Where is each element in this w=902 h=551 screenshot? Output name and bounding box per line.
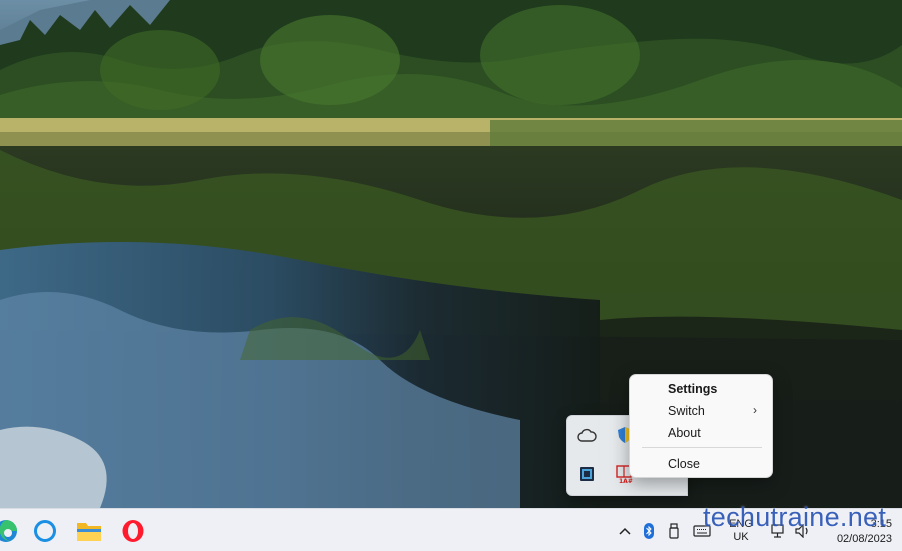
network-icon[interactable] [771, 523, 787, 539]
edge-icon[interactable] [0, 517, 20, 545]
menu-separator [642, 447, 762, 448]
volume-icon[interactable] [795, 523, 811, 539]
opera-icon[interactable] [119, 517, 147, 545]
menu-item-label: Close [668, 456, 700, 471]
clock-date: 02/08/2023 [836, 533, 892, 545]
menu-item-settings[interactable]: Settings [634, 378, 768, 399]
taskbar-clock[interactable]: 3:15 02/08/2023 [822, 517, 892, 547]
keyboard-icon[interactable] [693, 523, 711, 539]
svg-text:1A#: 1A# [619, 478, 633, 484]
language-region: UK [733, 531, 749, 543]
tray-context-menu: Settings Switch › About Close [629, 374, 773, 478]
menu-item-label: Settings [668, 381, 718, 396]
menu-item-close[interactable]: Close [634, 453, 768, 474]
show-hidden-icons-chevron[interactable] [619, 523, 631, 539]
language-code: ENG [729, 518, 753, 530]
app-tray-icon[interactable] [576, 463, 598, 485]
onedrive-icon[interactable] [576, 424, 598, 446]
clock-time: 3:15 [870, 518, 892, 530]
usb-drive-icon[interactable] [667, 523, 681, 539]
bluetooth-icon[interactable] [643, 523, 655, 539]
menu-item-switch[interactable]: Switch › [634, 400, 768, 421]
file-explorer-icon[interactable] [75, 517, 103, 545]
menu-item-label: About [668, 425, 701, 440]
chevron-right-icon: › [753, 403, 757, 417]
menu-item-label: Switch [668, 403, 705, 418]
cortana-icon[interactable] [31, 517, 59, 545]
menu-item-about[interactable]: About [634, 422, 768, 443]
taskbar: ENG UK 3:15 02/08/2023 [0, 508, 902, 551]
input-language-indicator[interactable]: ENG UK [721, 518, 761, 544]
